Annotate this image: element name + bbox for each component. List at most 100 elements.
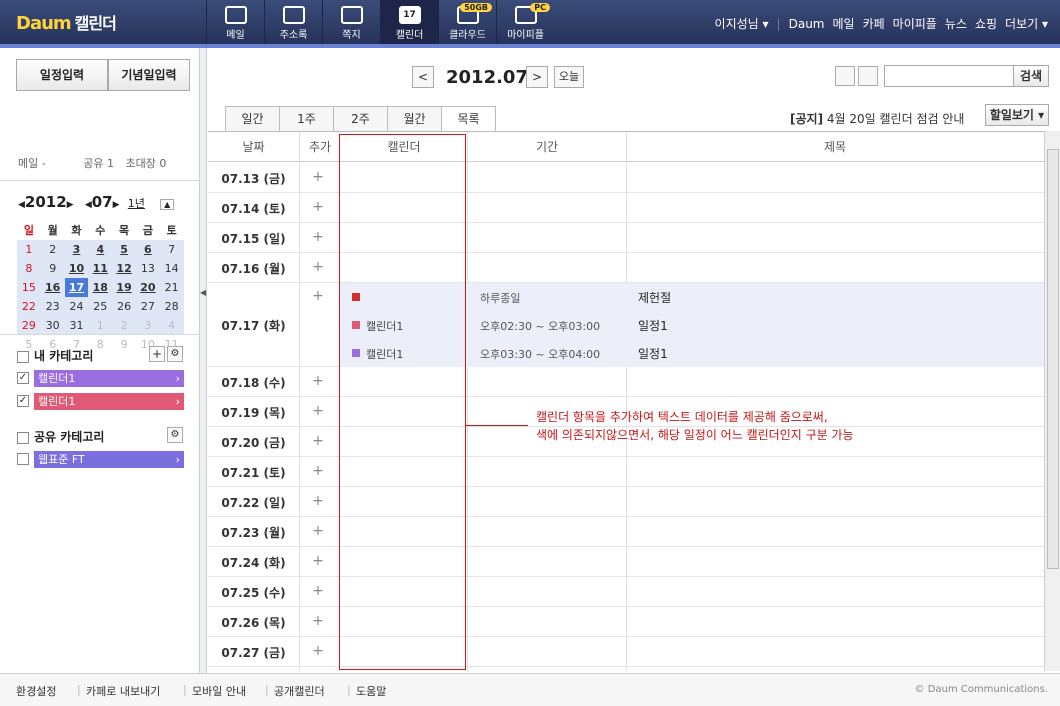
service-people[interactable]: 마이피플 PC — [496, 0, 554, 44]
day-cell[interactable]: 9 — [41, 259, 65, 278]
day-cell[interactable]: 13 — [136, 259, 160, 278]
tab-4[interactable]: 월간 — [387, 106, 442, 131]
list-icon[interactable] — [858, 66, 878, 86]
top-link[interactable]: 카페 — [863, 17, 885, 31]
add-event-icon[interactable]: + — [300, 259, 336, 275]
top-link[interactable]: 뉴스 — [945, 17, 967, 31]
notice[interactable]: [공지] 4월 20일 캘린더 점검 안내 — [790, 110, 964, 127]
service-cloud[interactable]: 클라우드 50GB — [438, 0, 496, 44]
footer-link[interactable]: 도움말 — [356, 683, 386, 699]
add-event-icon[interactable]: + — [300, 229, 336, 245]
add-event-icon[interactable]: + — [300, 643, 336, 659]
day-cell[interactable]: 9 — [112, 335, 136, 354]
calendar-checkbox[interactable] — [17, 453, 29, 465]
add-event-icon[interactable]: + — [300, 583, 336, 599]
logo[interactable]: Daum 캘린더 — [16, 10, 117, 34]
day-cell[interactable]: 10 — [65, 259, 89, 278]
user-menu[interactable]: 이지성님 ▾ — [715, 17, 769, 31]
day-cell[interactable]: 1 — [17, 240, 41, 259]
day-cell[interactable]: 30 — [41, 316, 65, 335]
day-cell[interactable]: 28 — [160, 297, 184, 316]
day-cell[interactable]: 6 — [136, 240, 160, 259]
day-cell[interactable]: 1 — [88, 316, 112, 335]
day-cell[interactable]: 20 — [136, 278, 160, 297]
tab-1[interactable]: 일간 — [225, 106, 280, 131]
top-link[interactable]: 메일 — [832, 17, 854, 31]
footer-link[interactable]: 환경설정 — [16, 683, 56, 699]
day-cell[interactable]: 3 — [136, 316, 160, 335]
today-button[interactable]: 오늘 — [554, 66, 584, 88]
tab-2[interactable]: 1주 — [279, 106, 334, 131]
footer-link[interactable]: 카페로 내보내기 — [86, 683, 160, 699]
day-cell[interactable]: 8 — [17, 259, 41, 278]
service-mail[interactable]: 메일 — [206, 0, 264, 44]
day-cell[interactable]: 11 — [88, 259, 112, 278]
day-cell[interactable]: 19 — [112, 278, 136, 297]
add-event-icon[interactable]: + — [300, 613, 336, 629]
my-category-checkbox[interactable] — [17, 350, 29, 363]
day-cell[interactable]: 5 — [112, 240, 136, 259]
print-icon[interactable] — [835, 66, 855, 86]
day-cell[interactable]: 16 — [41, 278, 65, 297]
next-year-icon[interactable]: ▶ — [67, 200, 74, 210]
calendar-checkbox[interactable]: ✓ — [17, 372, 29, 384]
add-event-icon[interactable]: + — [300, 433, 336, 449]
settings-icon[interactable]: ⚙ — [167, 346, 183, 362]
day-cell[interactable]: 14 — [160, 259, 184, 278]
footer-link[interactable]: 모바일 안내 — [192, 683, 246, 699]
day-cell[interactable]: 15 — [17, 278, 41, 297]
day-cell[interactable]: 17 — [64, 278, 89, 297]
add-event-icon[interactable]: + — [300, 403, 336, 419]
day-cell[interactable]: 29 — [17, 316, 41, 335]
share-count[interactable]: 공유 1 — [83, 157, 114, 170]
tab-3[interactable]: 2주 — [333, 106, 388, 131]
todo-button[interactable]: 할일보기 ▾ — [985, 104, 1049, 126]
day-cell[interactable]: 31 — [65, 316, 89, 335]
scroll-thumb[interactable] — [1047, 149, 1059, 569]
next-month-icon[interactable]: ▶ — [113, 200, 120, 210]
service-contact[interactable]: 주소록 — [264, 0, 322, 44]
service-calendar[interactable]: 17 캘린더 — [380, 0, 438, 44]
splitter[interactable]: ◀ — [200, 48, 207, 673]
footer-link[interactable]: 공개캘린더 — [274, 683, 325, 699]
search-input[interactable] — [884, 65, 1014, 87]
top-link[interactable]: 마이피플 — [893, 17, 937, 31]
day-cell[interactable]: 3 — [65, 240, 89, 259]
calendar-checkbox[interactable]: ✓ — [17, 395, 29, 407]
day-cell[interactable]: 23 — [41, 297, 65, 316]
day-cell[interactable]: 21 — [160, 278, 184, 297]
top-link[interactable]: 쇼핑 — [975, 17, 997, 31]
event-title[interactable]: 일정1 — [638, 317, 668, 334]
next-month-button[interactable]: > — [526, 66, 548, 88]
mail-count[interactable]: 메일 - — [18, 157, 46, 170]
calendar-item[interactable]: 웹표준 FT › — [34, 451, 184, 468]
prev-month-button[interactable]: < — [412, 66, 434, 88]
day-cell[interactable]: 7 — [160, 240, 184, 259]
day-cell[interactable]: 18 — [88, 278, 112, 297]
calendar-item[interactable]: 캘린더1 › — [34, 370, 184, 387]
add-event-button[interactable]: 일정입력 — [16, 59, 108, 91]
shared-category-checkbox[interactable] — [17, 431, 29, 444]
day-cell[interactable]: 2 — [112, 316, 136, 335]
add-event-icon[interactable]: + — [300, 373, 336, 389]
add-event-icon[interactable]: + — [300, 553, 336, 569]
day-cell[interactable]: 22 — [17, 297, 41, 316]
tab-5[interactable]: 목록 — [441, 106, 496, 132]
prev-month-icon[interactable]: ◀ — [85, 200, 92, 210]
calendar-item[interactable]: 캘린더1 › — [34, 393, 184, 410]
day-cell[interactable]: 25 — [88, 297, 112, 316]
add-event-icon[interactable]: + — [300, 169, 336, 185]
top-link[interactable]: Daum — [789, 17, 825, 31]
day-cell[interactable]: 12 — [112, 259, 136, 278]
day-cell[interactable]: 4 — [160, 316, 184, 335]
add-event-icon[interactable]: + — [300, 288, 336, 304]
add-event-icon[interactable]: + — [300, 199, 336, 215]
shared-settings-icon[interactable]: ⚙ — [167, 427, 183, 443]
day-cell[interactable]: 4 — [88, 240, 112, 259]
prev-year-icon[interactable]: ◀ — [18, 200, 25, 210]
event-title[interactable]: 일정1 — [638, 345, 668, 362]
add-event-icon[interactable]: + — [300, 493, 336, 509]
add-category-icon[interactable]: + — [149, 346, 165, 362]
service-note[interactable]: 쪽지 — [322, 0, 380, 44]
day-cell[interactable]: 2 — [41, 240, 65, 259]
